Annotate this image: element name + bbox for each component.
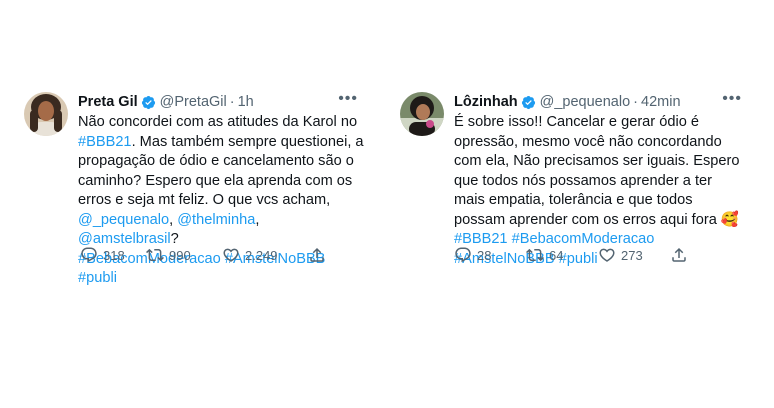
timestamp[interactable]: 1h [238,94,254,110]
reply-icon [81,247,97,263]
like-button[interactable]: 273 [598,246,643,264]
tweet-text-segment: caminho? Espero que ela aprenda com os [78,172,353,189]
reply-icon [455,247,471,263]
like-icon [223,248,239,262]
mention-link[interactable]: @amstelbrasil [78,231,171,247]
share-button[interactable] [670,246,693,264]
tweet-text-segment: ? [170,231,179,247]
tweet-text-line: @_pequenalo, @thelminha, @amstelbrasil? [78,211,364,250]
tweet-text-segment: É sobre isso!! Cancelar e gerar ódio é [454,114,699,130]
reply-button[interactable]: 28 [454,246,491,264]
tweet-text-segment: . Mas também sempre questionei, a [131,133,364,150]
mention-link[interactable]: @thelminha [177,212,255,228]
retweet-count: 64 [549,247,564,263]
tweet-text-segment: que todos nós possamos aprender a ter [454,172,712,189]
mention-link[interactable]: @_pequenalo [78,212,169,228]
like-count: 2.249 [245,247,278,263]
retweet-icon [146,248,164,262]
tweet-text-line: #publi [78,269,364,289]
tweet-text-segment: propagação de ódio e cancelamento são o [78,153,354,169]
tweet-text-segment: com ela, Não precisamos ser iguais. Espe… [454,153,740,169]
hashtag-link[interactable]: #publi [78,270,117,286]
tweet-text-line: mais empatia, tolerância e que todos [454,191,748,211]
tweet-text-line: Não concordei com as atitudes da Karol n… [78,113,364,133]
tweet-text-line: É sobre isso!! Cancelar e gerar ódio é [454,113,748,133]
tweet-text-segment: Não concordei com as atitudes da Karol n… [78,114,358,130]
verified-badge-icon [521,95,535,109]
tweet-text-segment: possam aprender com os erros aqui fora [454,211,721,228]
reply-count: 318 [103,247,125,263]
separator-dot: · [229,94,235,110]
more-icon[interactable]: ••• [722,90,742,108]
tweet-text-line: caminho? Espero que ela aprenda com os [78,172,364,192]
tweet-text-line: propagação de ódio e cancelamento são o [78,152,364,172]
tweet-text-line: erros e seja mt feliz. O que vcs acham, [78,191,364,211]
verified-badge-icon [141,95,155,109]
like-button[interactable]: 2.249 [222,246,278,264]
tweet-text-segment: , [169,211,178,228]
avatar[interactable] [24,92,68,136]
tweet-text-segment: , [255,211,260,228]
reply-button[interactable]: 318 [80,246,125,264]
tweet-text-segment: erros e seja mt feliz. O que vcs acham, [78,192,331,208]
separator-dot: · [633,94,639,110]
retweet-icon [526,248,544,262]
tweet-text-line: opressão, mesmo você não concordando [454,133,748,153]
tweet-text-segment: opressão, mesmo você não concordando [454,133,722,150]
tweet-text-line: que todos nós possamos aprender a ter [454,172,748,192]
avatar[interactable] [400,92,444,136]
more-icon[interactable]: ••• [338,90,358,108]
tweet-text-segment: mais empatia, tolerância e que todos [454,192,693,208]
share-icon [672,247,686,262]
retweet-count: 990 [169,247,191,263]
timestamp[interactable]: 42min [641,94,681,110]
hashtag-link[interactable]: #BBB21 #BebacomModeracao [454,231,654,247]
like-icon [599,248,615,262]
tweet-text-line: possam aprender com os erros aqui fora 🥰 [454,211,748,231]
handle[interactable]: @_pequenalo [540,94,631,110]
like-count: 273 [621,247,643,263]
hashtag-link[interactable]: #BBB21 [78,134,132,150]
smiling-face-with-hearts-emoji: 🥰 [720,211,740,228]
tweet-text-line: #BBB21. Mas também sempre questionei, a [78,133,364,153]
share-button[interactable] [308,246,331,264]
handle[interactable]: @PretaGil [160,94,227,110]
tweet-text-line: com ela, Não precisamos ser iguais. Espe… [454,152,748,172]
share-icon [310,247,324,262]
reply-count: 28 [477,247,492,263]
display-name[interactable]: Lôzinhah [454,94,518,110]
display-name[interactable]: Preta Gil [78,94,138,110]
retweet-button[interactable]: 64 [526,246,563,264]
retweet-button[interactable]: 990 [146,246,191,264]
